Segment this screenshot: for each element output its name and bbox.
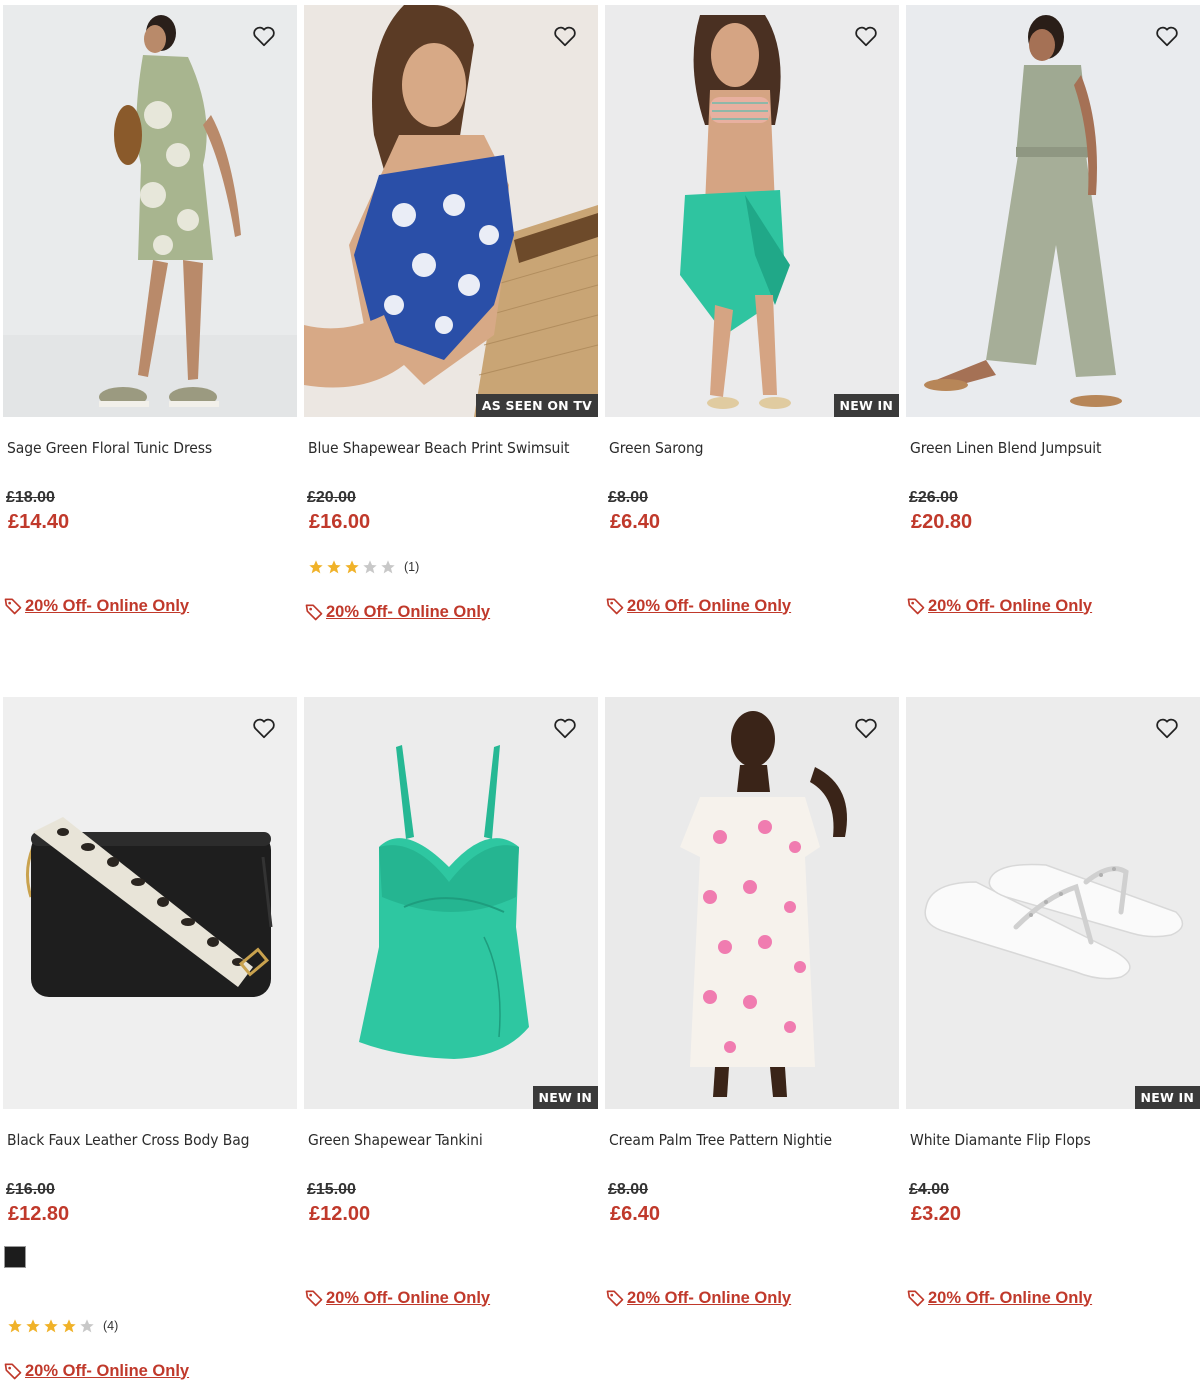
promo-link[interactable]: 20% Off- Online Only [906, 1288, 1092, 1308]
product-name[interactable]: Sage Green Floral Tunic Dress [7, 439, 212, 457]
star-empty-icon [363, 560, 377, 574]
product-card[interactable]: AS SEEN ON TV Blue Shapewear Beach Print… [304, 5, 598, 645]
sale-price: £14.40 [8, 511, 70, 533]
review-count: (1) [404, 560, 420, 574]
product-name[interactable]: White Diamante Flip Flops [910, 1131, 1091, 1149]
color-swatch-black[interactable] [4, 1246, 26, 1268]
sale-price: £6.40 [610, 1203, 661, 1225]
price-tag-icon [907, 598, 925, 615]
promo-link[interactable]: 20% Off- Online Only [3, 1361, 189, 1381]
promo-link[interactable]: 20% Off- Online Only [906, 596, 1092, 616]
heart-icon[interactable] [552, 715, 578, 741]
sale-price: £6.40 [610, 511, 661, 533]
product-photo-swimsuit [304, 5, 598, 417]
product-image[interactable]: NEW IN [906, 697, 1200, 1109]
star-rating[interactable]: (1) [308, 559, 419, 575]
promo-link[interactable]: 20% Off- Online Only [605, 596, 791, 616]
sale-price: £20.80 [911, 511, 973, 533]
product-image[interactable] [3, 5, 297, 417]
heart-icon[interactable] [853, 715, 879, 741]
product-name[interactable]: Green Sarong [609, 439, 704, 457]
new-in-badge: NEW IN [1134, 1086, 1200, 1109]
promo-text[interactable]: 20% Off- Online Only [928, 597, 1092, 616]
star-rating[interactable]: (4) [7, 1318, 118, 1334]
star-filled-icon [309, 560, 323, 574]
original-price: £8.00 [608, 489, 649, 506]
product-photo-bag [3, 697, 297, 1109]
price-tag-icon [4, 598, 22, 615]
original-price: £18.00 [6, 489, 55, 506]
star-filled-icon [345, 560, 359, 574]
heart-icon[interactable] [853, 23, 879, 49]
heart-icon[interactable] [552, 23, 578, 49]
heart-icon[interactable] [251, 715, 277, 741]
original-price: £4.00 [909, 1181, 950, 1198]
heart-icon[interactable] [1154, 23, 1180, 49]
product-name[interactable]: Green Linen Blend Jumpsuit [910, 439, 1101, 457]
price-tag-icon [4, 1363, 22, 1380]
product-card[interactable]: Sage Green Floral Tunic Dress £18.00 £14… [3, 5, 297, 645]
price-tag-icon [907, 1290, 925, 1307]
sale-price: £3.20 [911, 1203, 962, 1225]
product-card[interactable]: Green Linen Blend Jumpsuit £26.00 £20.80… [906, 5, 1200, 645]
product-photo-tankini [304, 697, 598, 1109]
price-tag-icon [606, 598, 624, 615]
sale-price: £12.80 [8, 1203, 70, 1225]
promo-link[interactable]: 20% Off- Online Only [304, 602, 490, 622]
product-photo-flip-flops [906, 697, 1200, 1109]
sale-price: £16.00 [309, 511, 371, 533]
promo-link[interactable]: 20% Off- Online Only [3, 596, 189, 616]
product-photo-nightie [605, 697, 899, 1109]
promo-text[interactable]: 20% Off- Online Only [25, 597, 189, 616]
product-card[interactable]: NEW IN White Diamante Flip Flops £4.00 £… [906, 697, 1200, 1337]
product-image[interactable] [605, 697, 899, 1109]
product-photo-dress [3, 5, 297, 417]
heart-icon[interactable] [1154, 715, 1180, 741]
price-tag-icon [606, 1290, 624, 1307]
product-name[interactable]: Cream Palm Tree Pattern Nightie [609, 1131, 832, 1149]
promo-link[interactable]: 20% Off- Online Only [605, 1288, 791, 1308]
price-tag-icon [305, 1290, 323, 1307]
product-name[interactable]: Black Faux Leather Cross Body Bag [7, 1131, 250, 1149]
product-photo-jumpsuit [906, 5, 1200, 417]
product-image[interactable]: NEW IN [304, 697, 598, 1109]
product-image[interactable] [3, 697, 297, 1109]
review-count: (4) [103, 1319, 119, 1333]
price-tag-icon [305, 604, 323, 621]
new-in-badge: NEW IN [833, 394, 899, 417]
promo-text[interactable]: 20% Off- Online Only [25, 1362, 189, 1381]
product-card[interactable]: Black Faux Leather Cross Body Bag £16.00… [3, 697, 297, 1387]
original-price: £16.00 [6, 1181, 55, 1198]
star-empty-icon [80, 1319, 94, 1333]
product-card[interactable]: Cream Palm Tree Pattern Nightie £8.00 £6… [605, 697, 899, 1337]
product-card[interactable]: NEW IN Green Sarong £8.00 £6.40 20% Off-… [605, 5, 899, 645]
original-price: £26.00 [909, 489, 958, 506]
new-in-badge: NEW IN [532, 1086, 598, 1109]
promo-link[interactable]: 20% Off- Online Only [304, 1288, 490, 1308]
star-filled-icon [44, 1319, 58, 1333]
promo-text[interactable]: 20% Off- Online Only [928, 1289, 1092, 1308]
product-photo-sarong [605, 5, 899, 417]
sale-price: £12.00 [309, 1203, 371, 1225]
promo-text[interactable]: 20% Off- Online Only [326, 1289, 490, 1308]
star-empty-icon [381, 560, 395, 574]
as-seen-on-tv-badge: AS SEEN ON TV [475, 394, 598, 417]
product-name[interactable]: Green Shapewear Tankini [308, 1131, 483, 1149]
product-image[interactable]: NEW IN [605, 5, 899, 417]
original-price: £8.00 [608, 1181, 649, 1198]
product-card[interactable]: NEW IN Green Shapewear Tankini £15.00 £1… [304, 697, 598, 1337]
product-image[interactable] [906, 5, 1200, 417]
heart-icon[interactable] [251, 23, 277, 49]
star-filled-icon [327, 560, 341, 574]
original-price: £15.00 [307, 1181, 356, 1198]
promo-text[interactable]: 20% Off- Online Only [627, 1289, 791, 1308]
star-filled-icon [62, 1319, 76, 1333]
promo-text[interactable]: 20% Off- Online Only [627, 597, 791, 616]
star-filled-icon [8, 1319, 22, 1333]
promo-text[interactable]: 20% Off- Online Only [326, 603, 490, 622]
product-name[interactable]: Blue Shapewear Beach Print Swimsuit [308, 439, 570, 457]
product-image[interactable]: AS SEEN ON TV [304, 5, 598, 417]
original-price: £20.00 [307, 489, 356, 506]
star-filled-icon [26, 1319, 40, 1333]
